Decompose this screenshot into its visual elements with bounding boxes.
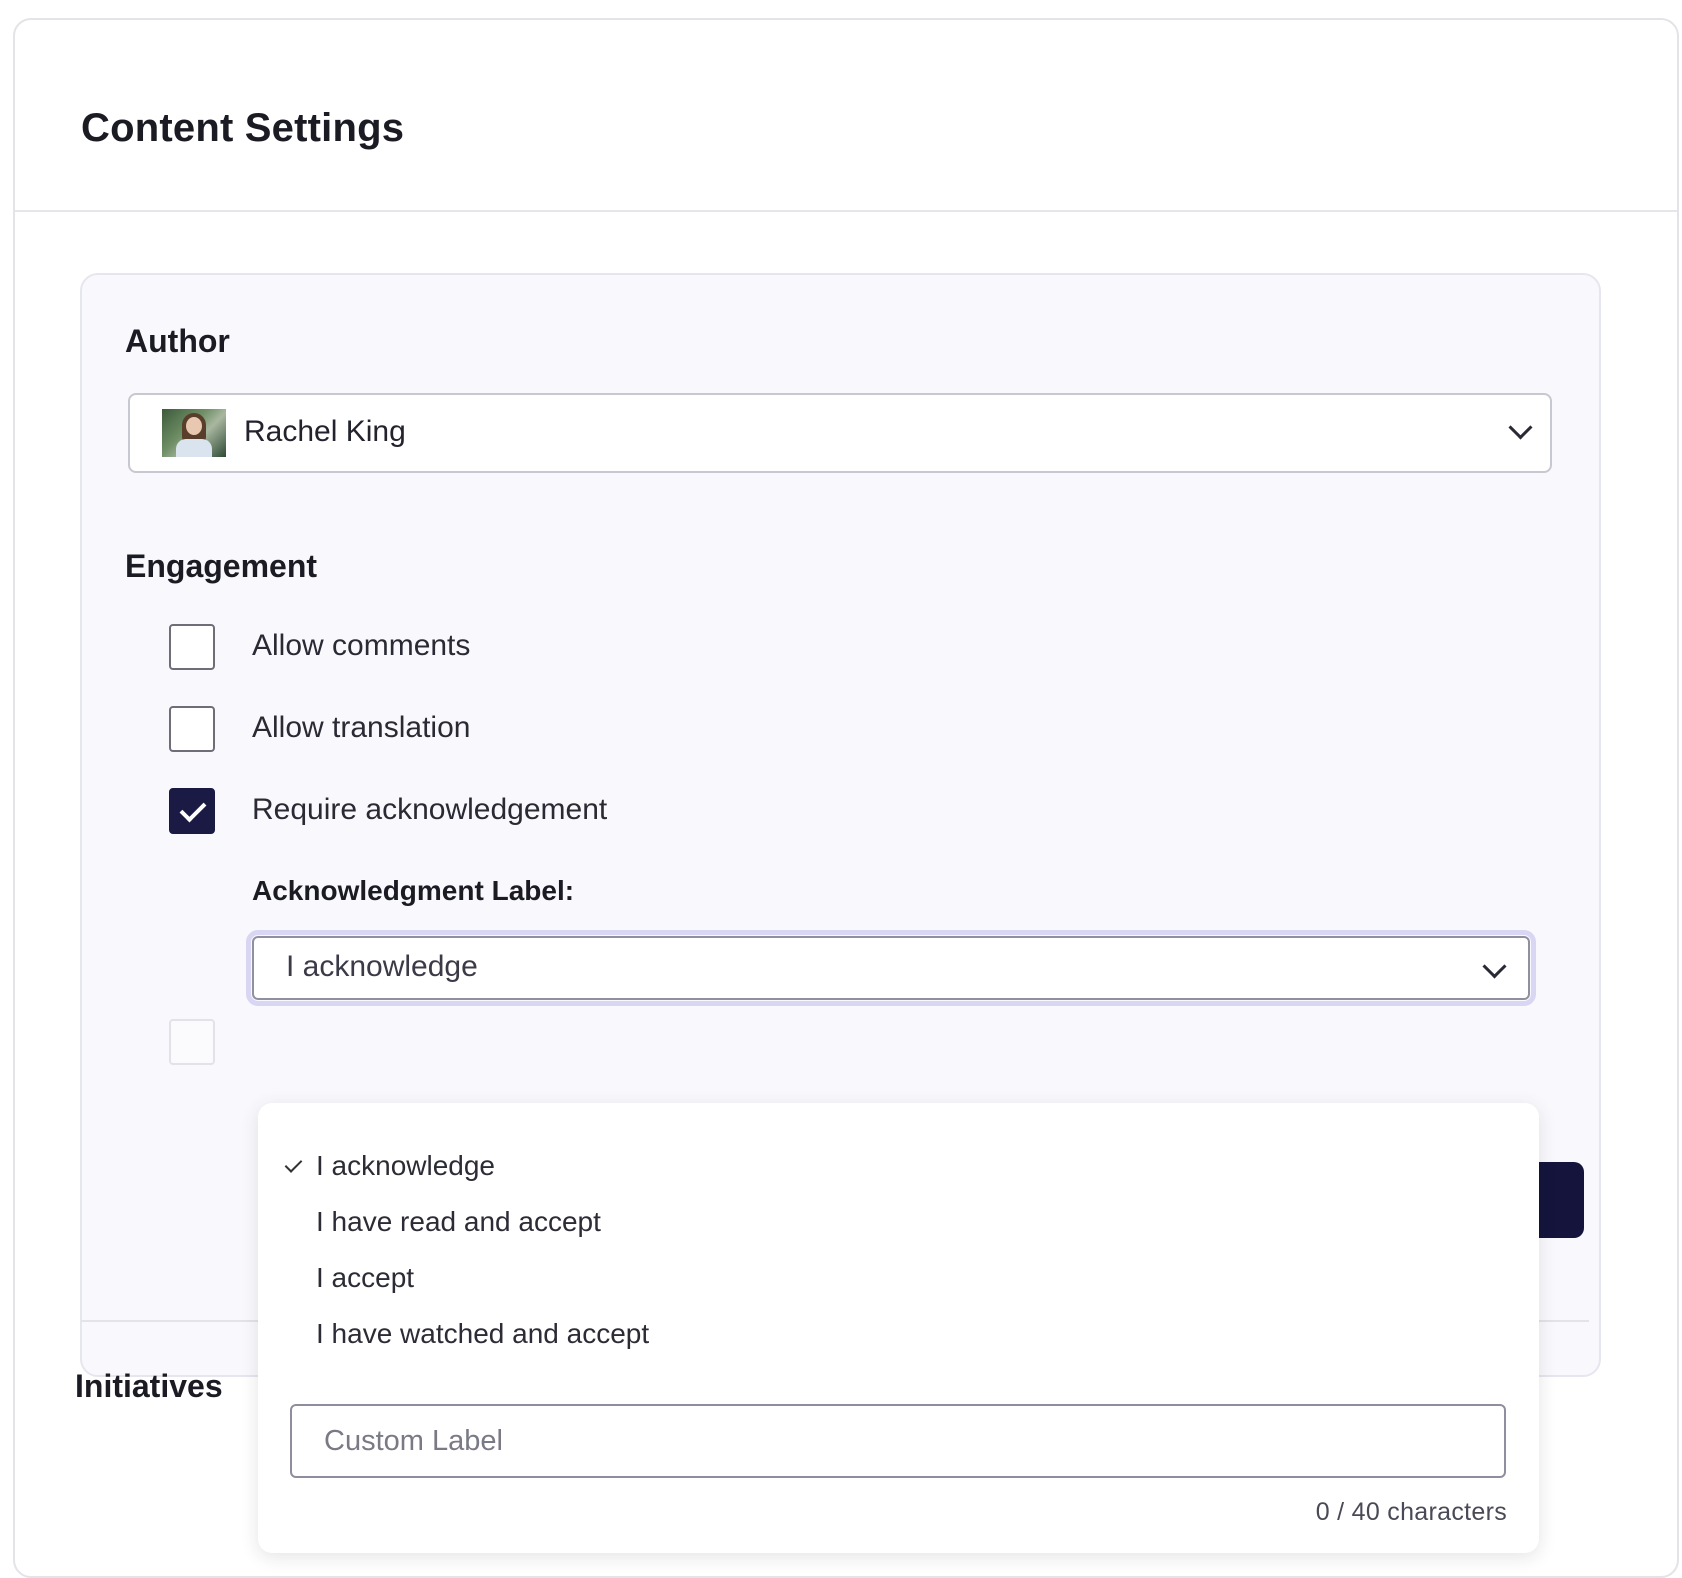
menu-option-label: I accept [316, 1262, 415, 1293]
initiatives-section-label: Initiatives [75, 1368, 223, 1404]
header-divider [15, 210, 1677, 212]
menu-option-i-acknowledge[interactable]: I acknowledge [284, 1150, 496, 1182]
require-acknowledgement-label[interactable]: Require acknowledgement [252, 793, 607, 827]
menu-option-i-have-read-and-accept[interactable]: I have read and accept [316, 1206, 601, 1238]
author-selected-name: Rachel King [244, 415, 406, 448]
checkmark-icon [179, 795, 207, 823]
avatar [162, 409, 226, 457]
allow-comments-label[interactable]: Allow comments [252, 629, 470, 663]
acknowledgment-label-select[interactable]: I acknowledge [252, 936, 1530, 1000]
allow-comments-checkbox[interactable] [169, 624, 215, 670]
acknowledgment-selected-value: I acknowledge [286, 950, 478, 983]
menu-option-label: I acknowledge [316, 1150, 496, 1181]
allow-translation-label[interactable]: Allow translation [252, 711, 470, 745]
menu-option-i-accept[interactable]: I accept [316, 1262, 414, 1294]
check-icon [284, 1155, 303, 1173]
chevron-down-icon [1482, 954, 1507, 979]
require-acknowledgement-checkbox[interactable] [169, 788, 215, 834]
menu-option-label: I have watched and accept [316, 1318, 650, 1349]
menu-option-label: I have read and accept [316, 1206, 601, 1237]
engagement-section-label: Engagement [125, 548, 318, 584]
hidden-option-checkbox[interactable] [169, 1019, 215, 1065]
custom-label-input[interactable] [290, 1404, 1506, 1478]
acknowledgment-label-menu: I acknowledge I have read and accept I a… [258, 1103, 1539, 1553]
acknowledgment-label-heading: Acknowledgment Label: [252, 875, 575, 906]
author-select[interactable]: Rachel King [128, 393, 1552, 473]
author-section-label: Author [125, 323, 230, 359]
chevron-down-icon [1508, 415, 1533, 440]
menu-option-i-have-watched-and-accept[interactable]: I have watched and accept [316, 1318, 649, 1350]
page-title: Content Settings [81, 106, 405, 150]
character-count: 0 / 40 characters [1315, 1498, 1507, 1526]
allow-translation-checkbox[interactable] [169, 706, 215, 752]
